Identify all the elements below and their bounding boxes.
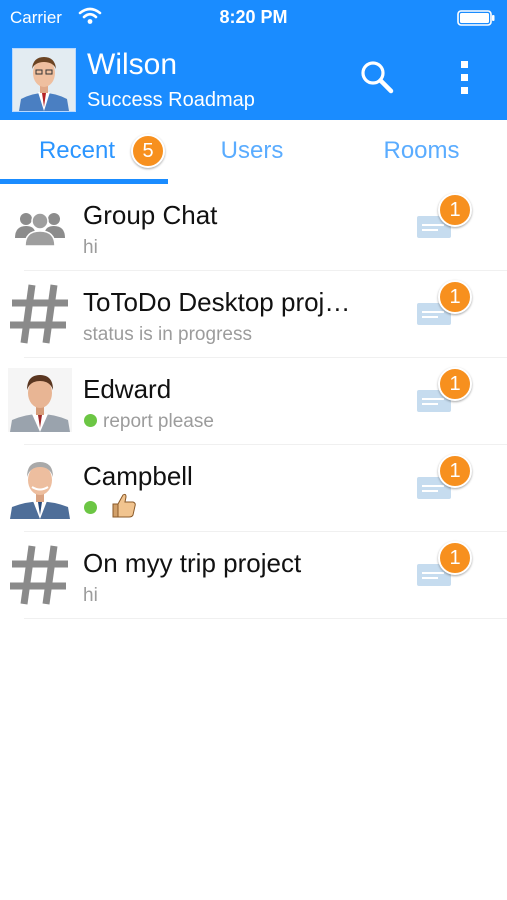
search-icon[interactable]: [356, 56, 398, 98]
tab-users-label: Users: [220, 137, 284, 164]
more-menu-icon[interactable]: [448, 56, 482, 98]
online-status-dot: [84, 501, 97, 514]
hash-icon: [10, 284, 68, 344]
conversation-preview: hi: [83, 237, 98, 258]
avatar: [8, 368, 72, 432]
unread-badge: 1: [438, 280, 472, 314]
app-header: Carrier 8:20 PM Wilson Success Roadmap: [0, 0, 507, 120]
thumbs-up-icon: [112, 493, 136, 518]
battery-icon: [457, 10, 495, 26]
unread-badge: 1: [438, 454, 472, 488]
clock: 8:20 PM: [219, 7, 288, 27]
conversation-title: Edward: [83, 374, 172, 404]
user-subtitle: Success Roadmap: [87, 89, 255, 111]
tab-rooms[interactable]: Rooms: [336, 120, 507, 184]
profile-avatar[interactable]: [12, 48, 76, 112]
tab-rooms-label: Rooms: [383, 137, 460, 164]
conversation-preview: report please: [103, 411, 214, 432]
conversation-title: Campbell: [83, 461, 193, 491]
conversation-title: Group Chat: [83, 200, 218, 230]
row-divider: [24, 618, 507, 619]
conversation-row-edward[interactable]: Edward report please 1: [0, 358, 507, 445]
unread-badge: 1: [438, 367, 472, 401]
conversation-row-totodo[interactable]: ToToDo Desktop proj… status is in progre…: [0, 271, 507, 358]
tab-recent-badge: 5: [131, 134, 165, 168]
online-status-dot: [84, 414, 97, 427]
tab-users[interactable]: Users: [168, 120, 336, 184]
tab-bar: Recent 5 Users Rooms: [0, 120, 507, 184]
conversation-row-group-chat[interactable]: Group Chat hi 1: [0, 184, 507, 271]
conversation-preview: status is in progress: [83, 324, 252, 345]
conversation-row-trip-project[interactable]: On myy trip project hi 1: [0, 532, 507, 619]
conversation-title: ToToDo Desktop proj…: [83, 287, 351, 317]
conversation-preview: hi: [83, 585, 98, 606]
group-icon: [15, 212, 65, 247]
avatar: [8, 455, 72, 519]
conversation-title: On myy trip project: [83, 548, 302, 578]
status-bar: Carrier 8:20 PM: [0, 0, 507, 38]
user-name: Wilson: [87, 48, 178, 81]
tab-recent[interactable]: Recent 5: [0, 120, 168, 184]
hash-icon: [10, 545, 68, 605]
unread-badge: 1: [438, 193, 472, 227]
conversation-row-campbell[interactable]: Campbell 1: [0, 445, 507, 532]
unread-badge: 1: [438, 541, 472, 575]
